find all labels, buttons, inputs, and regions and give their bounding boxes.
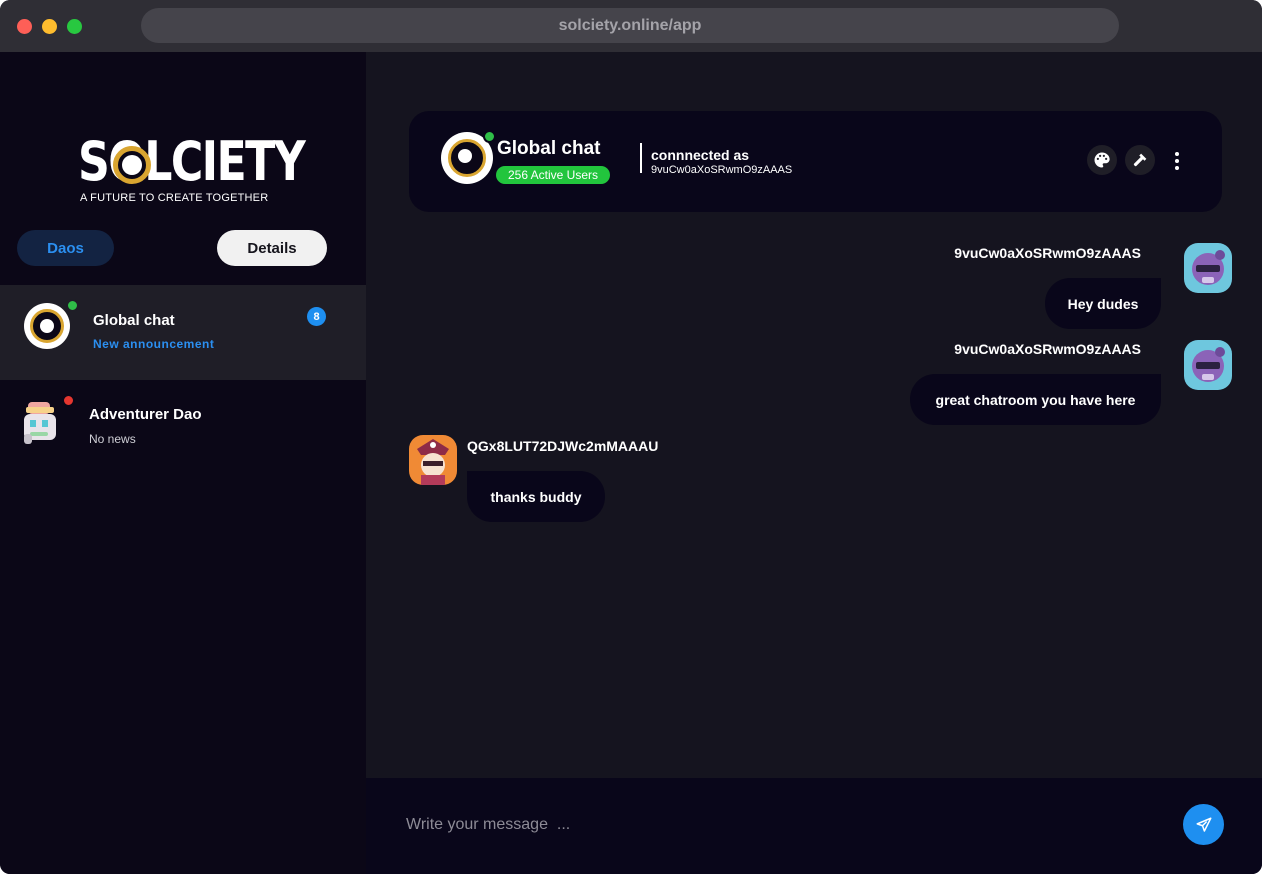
chat-list-item-adventurer-dao[interactable]: Adventurer Dao No news (0, 380, 366, 475)
message-bubble: Hey dudes (1045, 278, 1161, 329)
kebab-menu-icon[interactable] (1169, 149, 1185, 173)
close-window-button[interactable] (17, 19, 32, 34)
logo-wordmark: SOLCIETY (78, 130, 306, 193)
message-input[interactable] (406, 808, 1166, 842)
app-window: solciety.online/app SOLCIETY A FUTURE TO… (0, 0, 1262, 874)
details-tab-button[interactable]: Details (217, 230, 327, 266)
message-composer (366, 778, 1262, 874)
user-avatar[interactable] (1184, 243, 1232, 293)
adventurer-dao-avatar (24, 402, 56, 444)
logo-ring-icon (113, 146, 151, 184)
message-bubble: thanks buddy (467, 471, 605, 522)
online-status-dot (483, 130, 496, 143)
header-divider (640, 143, 642, 173)
solciety-logo: SOLCIETY A FUTURE TO CREATE TOGETHER (78, 134, 306, 206)
message-author: 9vuCw0aXoSRwmO9zAAAS (954, 341, 1141, 357)
offline-status-dot (62, 394, 75, 407)
online-status-dot (66, 299, 79, 312)
chat-title: Global chat (497, 138, 601, 159)
maximize-window-button[interactable] (67, 19, 82, 34)
message-author: 9vuCw0aXoSRwmO9zAAAS (954, 245, 1141, 261)
message-bubble: great chatroom you have here (910, 374, 1161, 425)
message-author: QGx8LUT72DJWc2mMAAAU (467, 438, 659, 454)
send-button[interactable] (1183, 804, 1224, 845)
title-bar: solciety.online/app (0, 0, 1262, 52)
solciety-logo-icon (30, 309, 64, 343)
chat-header: Global chat 256 Active Users connnected … (409, 111, 1222, 212)
chat-item-subtitle: No news (89, 432, 136, 446)
chat-item-title: Global chat (93, 312, 175, 329)
global-chat-avatar (24, 303, 70, 349)
user-avatar[interactable] (1184, 340, 1232, 390)
chat-item-subtitle: New announcement (93, 337, 215, 351)
moderation-button[interactable] (1125, 145, 1155, 175)
theme-button[interactable] (1087, 145, 1117, 175)
palette-icon (1094, 152, 1110, 168)
sidebar: SOLCIETY A FUTURE TO CREATE TOGETHER Dao… (0, 52, 366, 874)
send-icon (1196, 817, 1211, 832)
logo-tagline: A FUTURE TO CREATE TOGETHER (80, 192, 269, 204)
active-users-badge: 256 Active Users (496, 166, 610, 184)
connected-as-label: connnected as (651, 147, 750, 163)
hammer-icon (1133, 153, 1147, 167)
daos-tab-button[interactable]: Daos (17, 230, 114, 266)
address-bar[interactable]: solciety.online/app (141, 8, 1119, 43)
connected-user-id: 9vuCw0aXoSRwmO9zAAAS (651, 164, 793, 176)
solciety-logo-icon (448, 139, 486, 177)
chat-area: Global chat 256 Active Users connnected … (366, 52, 1262, 778)
unread-count-badge: 8 (307, 307, 326, 326)
chat-item-title: Adventurer Dao (89, 406, 202, 423)
chat-list-item-global-chat[interactable]: Global chat New announcement 8 (0, 285, 366, 380)
user-avatar[interactable] (409, 435, 457, 485)
minimize-window-button[interactable] (42, 19, 57, 34)
